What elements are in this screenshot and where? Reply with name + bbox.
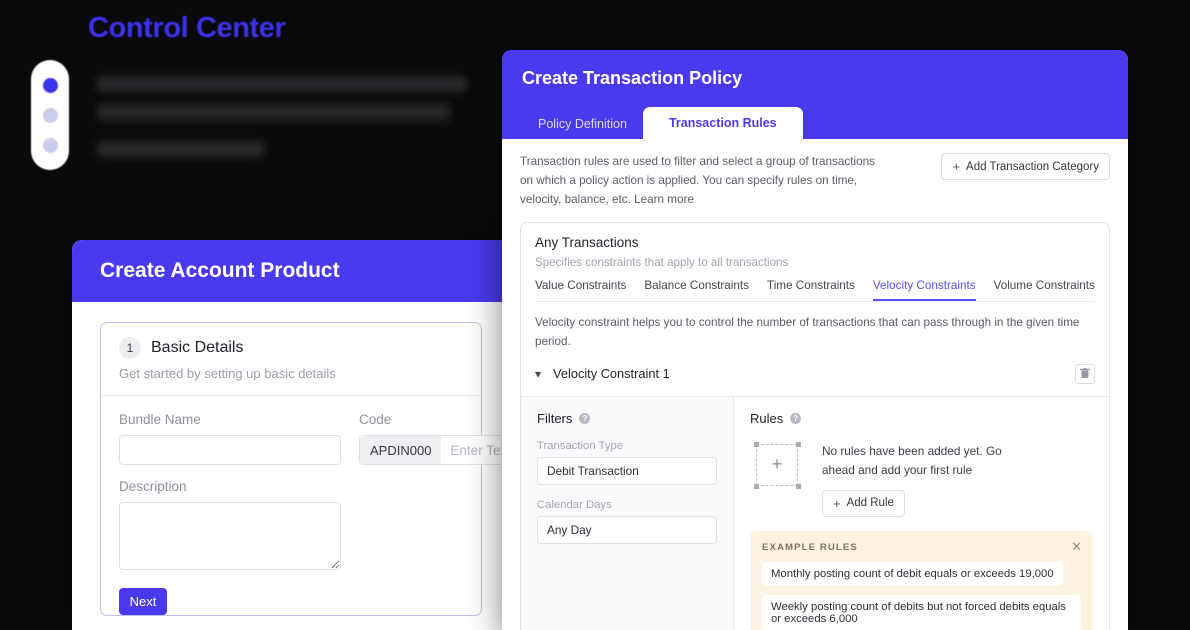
velocity-description: Velocity constraint helps you to control… bbox=[535, 315, 1080, 348]
bundle-name-input[interactable] bbox=[119, 435, 341, 465]
screen: Control Center Create Account Product 1 … bbox=[0, 0, 1190, 630]
calendar-days-label: Calendar Days bbox=[537, 498, 612, 511]
pagination-dot[interactable] bbox=[42, 137, 58, 153]
add-transaction-category-button[interactable]: + Add Transaction Category bbox=[941, 153, 1110, 180]
plus-square-icon: + bbox=[756, 443, 798, 486]
example-rule-item: Weekly posting count of debits but not f… bbox=[762, 594, 1081, 630]
add-rule-label: Add Rule bbox=[846, 497, 894, 510]
filters-title: Filters bbox=[537, 410, 573, 426]
policy-body: Transaction rules are used to filter and… bbox=[502, 139, 1128, 630]
basic-details-form: Bundle Name Code APDIN000 Enter Text.. bbox=[101, 396, 510, 615]
filters-panel: Filters ? Transaction Type Debit Transac… bbox=[521, 396, 734, 630]
example-rules-box: EXAMPLE RULES ✕ Monthly posting count of… bbox=[750, 530, 1093, 630]
bundle-name-field-group: Bundle Name bbox=[119, 412, 341, 465]
policy-header: Create Transaction Policy Policy Definit… bbox=[502, 50, 1128, 139]
rules-title: Rules bbox=[750, 410, 784, 426]
tab-balance-constraints[interactable]: Balance Constraints bbox=[644, 279, 749, 301]
add-rule-button[interactable]: + Add Rule bbox=[822, 489, 905, 517]
transaction-type-label: Transaction Type bbox=[537, 439, 624, 452]
code-input[interactable]: APDIN000 Enter Text.. bbox=[359, 435, 510, 465]
example-rules-label: EXAMPLE RULES bbox=[762, 541, 858, 553]
help-icon[interactable]: ? bbox=[579, 412, 591, 424]
step-title: Basic Details bbox=[151, 339, 244, 356]
carousel-pagination[interactable] bbox=[31, 60, 69, 170]
step-number-badge: 1 bbox=[119, 337, 141, 359]
velocity-constraint-name: Velocity Constraint 1 bbox=[553, 366, 670, 382]
pagination-dot[interactable] bbox=[42, 107, 58, 123]
code-field-group: Code APDIN000 Enter Text.. bbox=[359, 412, 510, 465]
add-transaction-category-label: Add Transaction Category bbox=[966, 160, 1099, 173]
hero-blurred-text-line bbox=[97, 141, 264, 157]
hero-blurred-text-line bbox=[97, 104, 450, 120]
account-product-title: Create Account Product bbox=[100, 259, 340, 282]
description-input[interactable] bbox=[119, 502, 341, 570]
description-field-group: Description bbox=[119, 479, 463, 570]
policy-tabs: Policy Definition Transaction Rules bbox=[522, 107, 803, 139]
code-label: Code bbox=[359, 412, 392, 427]
tab-value-constraints[interactable]: Value Constraints bbox=[535, 279, 626, 301]
help-icon[interactable]: ? bbox=[790, 412, 802, 424]
velocity-constraint-row: ▾ Velocity Constraint 1 bbox=[521, 352, 1109, 396]
basic-details-step: 1 Basic Details Get started by setting u… bbox=[100, 322, 510, 616]
hero-blurred-text-line bbox=[97, 76, 467, 92]
create-transaction-policy-card: Create Transaction Policy Policy Definit… bbox=[502, 50, 1128, 630]
step-subtitle: Get started by setting up basic details bbox=[119, 366, 336, 381]
transaction-category-box: Any Transactions Specifies constraints t… bbox=[520, 221, 1110, 630]
tab-time-constraints[interactable]: Time Constraints bbox=[767, 279, 855, 301]
constraint-panels: Filters ? Transaction Type Debit Transac… bbox=[521, 395, 1109, 630]
tab-policy-definition[interactable]: Policy Definition bbox=[522, 108, 643, 139]
hero-title: Control Center bbox=[88, 12, 286, 44]
rules-empty-message: No rules have been added yet. Go ahead a… bbox=[822, 443, 1002, 477]
example-rule-item: Monthly posting count of debit equals or… bbox=[762, 561, 1063, 586]
chevron-down-icon[interactable]: ▾ bbox=[535, 367, 541, 381]
create-account-product-card: Create Account Product 1 Basic Details G… bbox=[72, 240, 510, 630]
transaction-group-subtitle: Specifies constraints that apply to all … bbox=[535, 255, 789, 269]
rules-empty-state: + No rules have been added yet. Go ahead… bbox=[750, 441, 1093, 517]
tab-velocity-constraints[interactable]: Velocity Constraints bbox=[872, 279, 976, 301]
delete-constraint-button[interactable] bbox=[1075, 363, 1095, 384]
transaction-group-title: Any Transactions bbox=[535, 234, 639, 250]
empty-placeholder-illustration: + bbox=[750, 441, 806, 492]
tab-volume-constraints[interactable]: Volume Constraints bbox=[994, 279, 1095, 301]
bundle-name-label: Bundle Name bbox=[119, 412, 201, 427]
next-button[interactable]: Next bbox=[119, 588, 167, 615]
transaction-type-select[interactable]: Debit Transaction bbox=[537, 456, 717, 485]
policy-intro-text: Transaction rules are used to filter and… bbox=[520, 155, 875, 206]
rules-panel: Rules ? + No rules have been added yet. … bbox=[734, 396, 1109, 630]
code-prefix: APDIN000 bbox=[360, 436, 442, 464]
plus-icon: + bbox=[833, 495, 841, 511]
plus-icon: + bbox=[952, 159, 961, 174]
trash-icon bbox=[1080, 368, 1090, 379]
constraint-tabs: Value Constraints Balance Constraints Ti… bbox=[535, 279, 1095, 302]
tab-transaction-rules[interactable]: Transaction Rules bbox=[642, 107, 803, 139]
calendar-days-select[interactable]: Any Day bbox=[537, 515, 717, 544]
account-product-header: Create Account Product bbox=[72, 240, 510, 302]
policy-title: Create Transaction Policy bbox=[522, 68, 743, 88]
description-label: Description bbox=[119, 479, 187, 494]
close-icon[interactable]: ✕ bbox=[1071, 540, 1082, 553]
code-placeholder: Enter Text.. bbox=[450, 442, 510, 458]
step-header: 1 Basic Details Get started by setting u… bbox=[101, 323, 481, 395]
pagination-dot-active[interactable] bbox=[42, 77, 58, 93]
account-product-body: 1 Basic Details Get started by setting u… bbox=[72, 302, 510, 616]
